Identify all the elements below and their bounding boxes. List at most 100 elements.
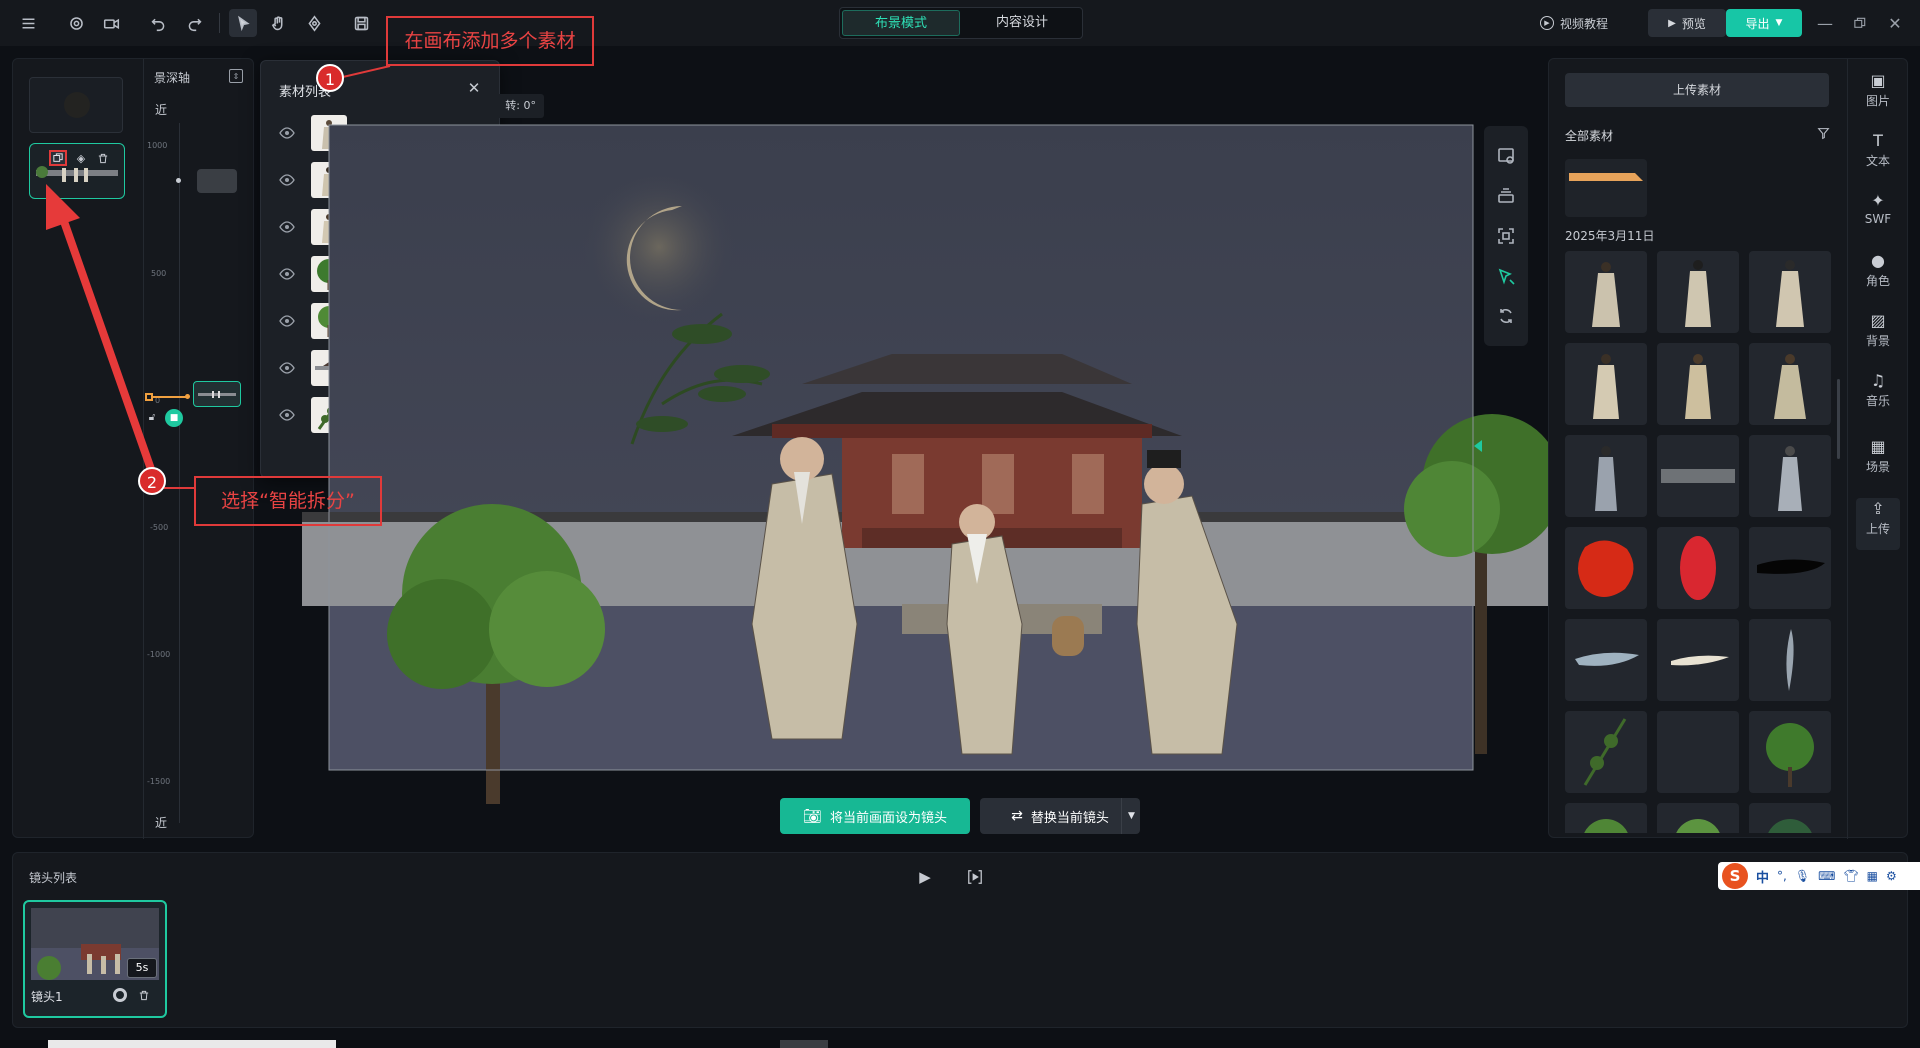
play-icon[interactable]: ▶ — [913, 865, 937, 889]
delete-icon[interactable] — [95, 150, 111, 166]
library-item[interactable] — [1565, 803, 1647, 833]
close-popup-icon[interactable]: ✕ — [465, 79, 483, 97]
replace-lens-dropdown-icon[interactable]: ▼ — [1121, 798, 1141, 834]
side-tab-music[interactable]: ♫ 音乐 — [1848, 370, 1908, 422]
export-button[interactable]: 导出 ▼ — [1726, 9, 1802, 37]
visibility-icon[interactable] — [279, 219, 295, 235]
camera-edge-marker[interactable] — [1474, 440, 1482, 452]
visibility-icon[interactable] — [279, 266, 295, 282]
ime-toolbar: S 中 °, 🎙︎ ⌨ 👕︎ ▦ ⚙ — [1718, 862, 1920, 890]
frame-play-icon[interactable] — [963, 865, 987, 889]
side-tab-swf[interactable]: ✦ SWF — [1848, 190, 1908, 242]
keyboard-icon[interactable]: ⌨ — [1818, 869, 1835, 883]
camera-badge-icon[interactable]: ■ — [165, 409, 183, 427]
layer-thumb-composite[interactable]: ◈ — [29, 143, 125, 199]
library-scrollbar[interactable] — [1837, 379, 1840, 459]
side-tab-text[interactable]: T 文本 — [1848, 130, 1908, 182]
canvas-stage[interactable] — [302, 124, 1548, 814]
fit-frame-icon[interactable] — [1492, 222, 1520, 250]
path-tool-icon[interactable] — [1492, 262, 1520, 290]
lens-card[interactable]: 5s 镜头1 — [23, 900, 167, 1018]
library-item[interactable] — [1565, 343, 1647, 425]
library-item[interactable] — [1749, 527, 1831, 609]
preview-button[interactable]: ▶ 预览 — [1648, 9, 1726, 37]
visibility-icon[interactable] — [279, 172, 295, 188]
depth-tick: -1000 — [147, 650, 171, 659]
tab-layout-mode[interactable]: 布景模式 — [842, 10, 960, 36]
side-tab-scene[interactable]: ▦ 场景 — [1848, 436, 1908, 488]
export-label: 导出 — [1745, 16, 1770, 31]
depth-marker-composite[interactable] — [185, 394, 190, 399]
undo-icon[interactable] — [144, 9, 172, 37]
minimize-icon[interactable]: — — [1814, 12, 1836, 34]
library-item[interactable] — [1657, 711, 1739, 793]
settings-icon[interactable]: ⚙ — [1886, 869, 1897, 883]
library-item[interactable] — [1749, 251, 1831, 333]
library-item[interactable] — [1749, 435, 1831, 517]
hand-tool-icon[interactable] — [264, 9, 292, 37]
lens-settings-icon[interactable] — [113, 988, 127, 1002]
depth-toggle-icon[interactable]: ⇕ — [229, 69, 243, 83]
depth-origin-marker[interactable] — [145, 393, 153, 401]
taskbar-item[interactable] — [780, 1040, 828, 1048]
toolbox-icon[interactable]: ▦ — [1867, 869, 1878, 883]
library-item[interactable] — [1565, 435, 1647, 517]
layer-thumb-moon[interactable] — [29, 77, 123, 133]
select-tool-icon[interactable] — [229, 9, 257, 37]
unlock-icon[interactable]: 🔓︎ — [146, 411, 158, 423]
library-item[interactable] — [1565, 711, 1647, 793]
upload-material-button[interactable]: 上传素材 — [1565, 73, 1829, 107]
tab-content-design[interactable]: 内容设计 — [964, 10, 1080, 36]
library-item[interactable] — [1749, 343, 1831, 425]
restore-icon[interactable] — [1849, 12, 1871, 34]
side-tab-upload[interactable]: ⇪ 上传 — [1856, 498, 1900, 550]
annotation-step2-box: 选择“智能拆分” — [194, 476, 382, 526]
replace-lens-label: 替换当前镜头 — [1030, 810, 1109, 826]
visibility-icon[interactable] — [279, 313, 295, 329]
library-item[interactable] — [1657, 527, 1739, 609]
side-tab-image[interactable]: ▣ 图片 — [1848, 70, 1908, 122]
set-as-lens-button[interactable]: 📷︎ 将当前画面设为镜头 — [780, 798, 970, 834]
library-item[interactable] — [1657, 251, 1739, 333]
stack-icon[interactable] — [1492, 182, 1520, 210]
preview-eye-icon[interactable] — [1492, 142, 1520, 170]
library-item[interactable] — [1749, 711, 1831, 793]
punctuation-icon[interactable]: °, — [1777, 869, 1787, 883]
close-icon[interactable]: ✕ — [1884, 12, 1906, 34]
side-tab-background[interactable]: ▨ 背景 — [1848, 310, 1908, 362]
visibility-icon[interactable] — [279, 407, 295, 423]
filter-icon[interactable] — [1815, 125, 1831, 141]
video-tutorial-button[interactable]: ▶ 视频教程 — [1540, 12, 1608, 34]
microphone-icon[interactable]: 🎙︎ — [1795, 869, 1810, 883]
side-tab-character[interactable]: ● 角色 — [1848, 250, 1908, 302]
visibility-icon[interactable] — [279, 125, 295, 141]
library-item[interactable] — [1565, 527, 1647, 609]
library-item-recent[interactable] — [1565, 159, 1647, 217]
lens-delete-icon[interactable] — [137, 988, 151, 1002]
layers-icon[interactable]: ◈ — [73, 150, 89, 166]
skin-icon[interactable]: 👕︎ — [1843, 869, 1858, 883]
library-item[interactable] — [1749, 803, 1831, 833]
depth-chip-moon[interactable] — [197, 169, 237, 193]
anchor-tool-icon[interactable] — [300, 9, 328, 37]
library-item[interactable] — [1657, 803, 1739, 833]
library-item[interactable] — [1657, 435, 1739, 517]
save-icon[interactable] — [347, 9, 375, 37]
menu-icon[interactable] — [14, 9, 42, 37]
library-item[interactable] — [1657, 343, 1739, 425]
ime-lang-toggle[interactable]: 中 — [1756, 867, 1769, 886]
camera-icon[interactable] — [97, 9, 125, 37]
side-tab-label: 图片 — [1865, 94, 1890, 108]
smart-split-icon[interactable] — [49, 150, 67, 166]
settings-icon[interactable] — [62, 9, 90, 37]
rotate-sync-icon[interactable] — [1492, 302, 1520, 330]
depth-chip-composite[interactable] — [193, 381, 241, 407]
library-item[interactable] — [1749, 619, 1831, 701]
replace-lens-button[interactable]: ⇄ 替换当前镜头 — [980, 798, 1140, 834]
library-item[interactable] — [1657, 619, 1739, 701]
redo-icon[interactable] — [180, 9, 208, 37]
depth-marker-moon[interactable] — [176, 178, 181, 183]
library-item[interactable] — [1565, 251, 1647, 333]
library-item[interactable] — [1565, 619, 1647, 701]
visibility-icon[interactable] — [279, 360, 295, 376]
